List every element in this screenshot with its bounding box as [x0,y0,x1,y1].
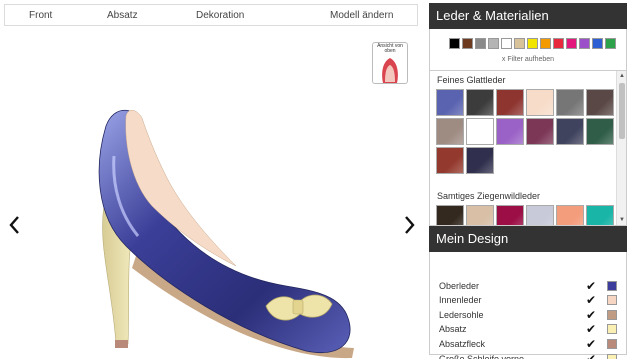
tab-dekoration[interactable]: Dekoration [196,10,244,21]
design-part-color-swatch[interactable] [607,324,617,335]
material-list[interactable]: Feines Glattleder Samtiges Ziegenwildled… [429,70,627,226]
design-part-color-swatch[interactable] [607,309,617,320]
material-tile[interactable] [496,118,524,145]
color-filter-swatch[interactable] [527,38,538,49]
tab-modell-aendern[interactable]: Modell ändern [330,10,393,21]
design-part-color-swatch[interactable] [607,353,617,359]
material-tile[interactable] [556,205,584,225]
color-filter-row [449,38,616,49]
material-grid-ziegenwildleder [436,205,614,225]
design-part-name: Innenleder [439,295,482,306]
shoe-top-view-icon [382,58,398,83]
scroll-down-icon[interactable]: ▼ [619,217,625,223]
shoe-stage: Ansicht von oben [0,28,424,359]
design-part-color-swatch[interactable] [607,338,617,349]
top-view-button[interactable]: Ansicht von oben [372,42,408,84]
section-title-glattleder: Feines Glattleder [437,75,506,85]
color-filter-swatch[interactable] [488,38,499,49]
materials-header: Leder & Materialien [429,3,627,29]
color-filter-swatch[interactable] [462,38,473,49]
color-filter-bar: x Filter aufheben [429,29,627,70]
color-filter-swatch[interactable] [501,38,512,49]
chevron-left-icon[interactable] [6,214,24,236]
my-design-header: Mein Design [429,226,627,252]
material-tile[interactable] [526,118,554,145]
material-tile[interactable] [496,89,524,116]
checkmark-icon: ✔ [585,278,597,293]
color-filter-swatch[interactable] [592,38,603,49]
checkmark-icon: ✔ [585,351,597,359]
design-part-row[interactable]: Ledersohle ✔ [439,307,617,322]
material-tile[interactable] [436,118,464,145]
design-panel: Leder & Materialien x Filter aufheben Fe… [429,3,627,359]
design-part-name: Oberleder [439,280,480,291]
design-part-name: Ledersohle [439,309,484,320]
section-title-ziegenwildleder: Samtiges Ziegenwildleder [437,191,541,201]
checkmark-icon: ✔ [585,322,597,337]
shoe-3d-preview [98,109,354,359]
view-tab-bar: Front Absatz Dekoration Modell ändern [4,4,418,26]
material-tile[interactable] [466,118,494,145]
material-tile[interactable] [526,205,554,225]
design-part-color-swatch[interactable] [607,295,617,306]
material-grid-glattleder [436,89,614,174]
color-filter-swatch[interactable] [566,38,577,49]
color-filter-swatch[interactable] [540,38,551,49]
checkmark-icon: ✔ [585,293,597,308]
color-filter-swatch[interactable] [449,38,460,49]
design-part-name: Absatz [439,324,467,335]
material-tile[interactable] [586,118,614,145]
design-part-color-swatch[interactable] [607,280,617,291]
my-design-list: Oberleder ✔ Innenleder ✔ Ledersohle ✔ Absatz ✔ A… [429,252,627,359]
material-tile[interactable] [526,89,554,116]
design-part-row[interactable]: Innenleder ✔ [439,293,617,308]
material-tile[interactable] [496,205,524,225]
clear-filter-link[interactable]: x Filter aufheben [430,56,626,63]
color-filter-swatch[interactable] [579,38,590,49]
material-tile[interactable] [556,118,584,145]
checkmark-icon: ✔ [585,307,597,322]
color-filter-swatch[interactable] [605,38,616,49]
material-tile[interactable] [436,205,464,225]
material-tile[interactable] [466,147,494,174]
material-list-scrollbar[interactable]: ▲ ▼ [616,71,626,225]
design-part-name: Absatzfleck [439,338,486,349]
material-tile[interactable] [436,147,464,174]
material-tile[interactable] [466,89,494,116]
chevron-right-icon[interactable] [400,214,418,236]
tab-absatz[interactable]: Absatz [107,10,138,21]
design-part-name: Große Schleife vorne [439,353,525,359]
scrollbar-thumb[interactable] [619,83,625,139]
color-filter-swatch[interactable] [475,38,486,49]
material-tile[interactable] [466,205,494,225]
top-view-label: Ansicht von oben [377,43,403,54]
color-filter-swatch[interactable] [514,38,525,49]
design-part-row[interactable]: Absatz ✔ [439,322,617,337]
color-filter-swatch[interactable] [553,38,564,49]
tab-front[interactable]: Front [29,10,52,21]
scroll-up-icon[interactable]: ▲ [619,73,625,79]
design-part-row[interactable]: Oberleder ✔ [439,278,617,293]
material-tile[interactable] [556,89,584,116]
design-part-row[interactable]: Absatzfleck ✔ [439,336,617,351]
material-tile[interactable] [586,205,614,225]
material-tile[interactable] [436,89,464,116]
checkmark-icon: ✔ [585,336,597,351]
design-part-row[interactable]: Große Schleife vorne ✔ [439,351,617,359]
material-tile[interactable] [586,89,614,116]
